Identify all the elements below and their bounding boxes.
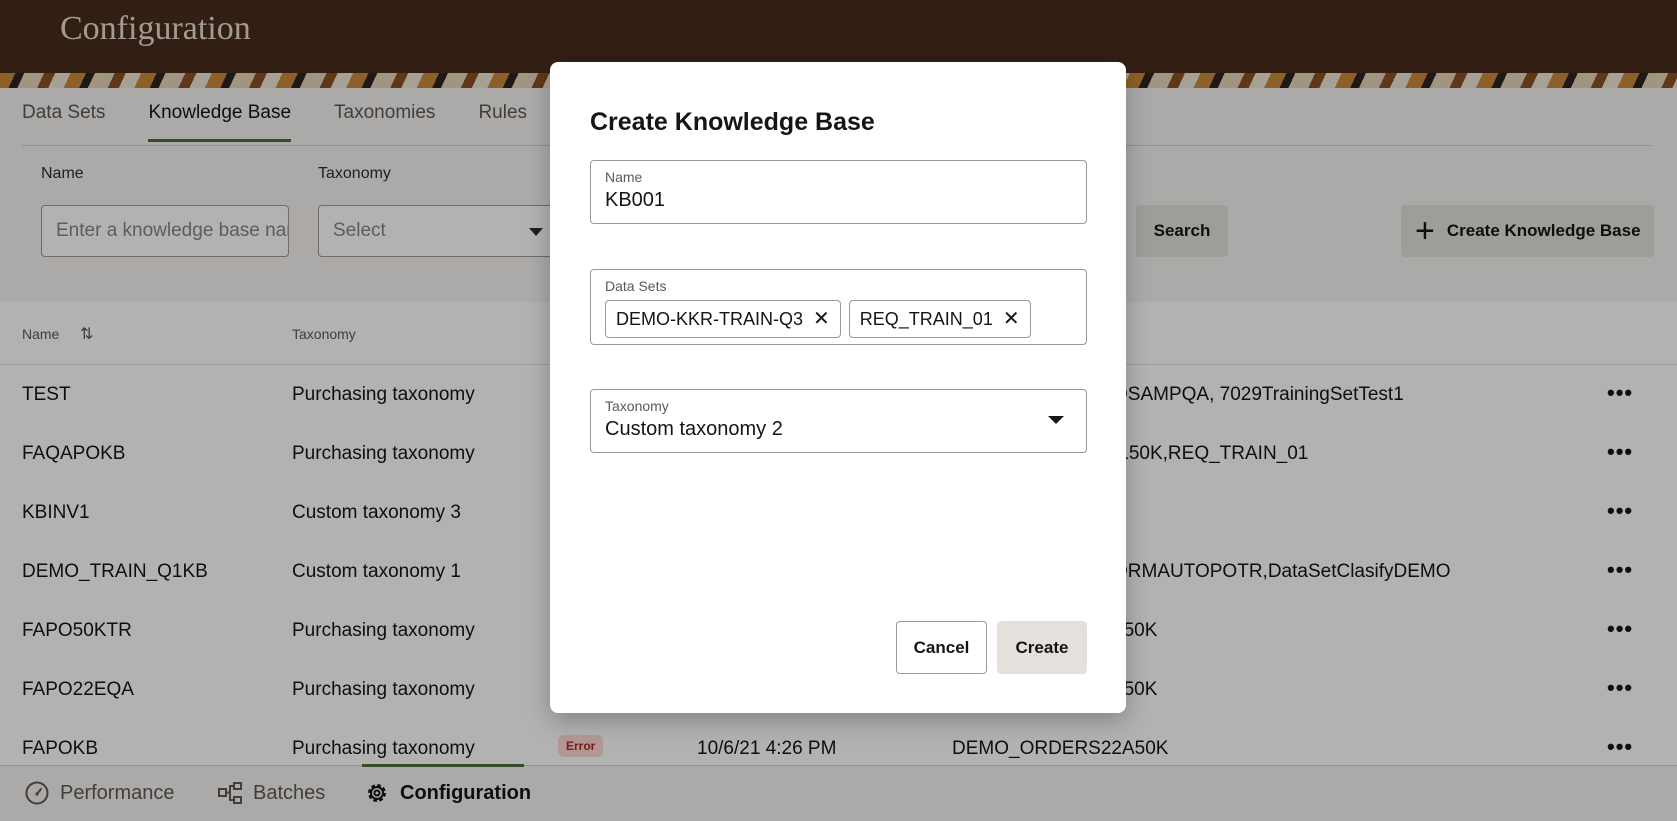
kb-name-label: Name xyxy=(605,169,643,185)
chip-label: DEMO-KKR-TRAIN-Q3 xyxy=(616,308,804,329)
taxonomy-value: Custom taxonomy 2 xyxy=(605,418,783,440)
cancel-button[interactable]: Cancel xyxy=(896,621,987,674)
remove-icon[interactable]: ✕ xyxy=(1003,309,1020,329)
chevron-down-icon[interactable] xyxy=(1048,416,1064,424)
data-sets-field[interactable]: Data Sets DEMO-KKR-TRAIN-Q3 ✕ REQ_TRAIN_… xyxy=(590,269,1087,345)
dialog-title: Create Knowledge Base xyxy=(590,108,875,136)
data-sets-label: Data Sets xyxy=(605,278,667,294)
data-set-chip: REQ_TRAIN_01 ✕ xyxy=(848,300,1031,338)
remove-icon[interactable]: ✕ xyxy=(813,309,830,329)
create-knowledge-base-dialog: Create Knowledge Base Name KB001 Data Se… xyxy=(550,62,1126,713)
kb-name-value: KB001 xyxy=(605,189,666,211)
kb-name-field[interactable]: Name KB001 xyxy=(590,160,1087,224)
chip-label: REQ_TRAIN_01 xyxy=(859,308,993,329)
create-button[interactable]: Create xyxy=(997,621,1087,674)
data-set-chip: DEMO-KKR-TRAIN-Q3 ✕ xyxy=(605,300,841,338)
data-set-chips: DEMO-KKR-TRAIN-Q3 ✕ REQ_TRAIN_01 ✕ xyxy=(605,300,1039,338)
taxonomy-select[interactable]: Taxonomy Custom taxonomy 2 xyxy=(590,389,1087,453)
taxonomy-label: Taxonomy xyxy=(605,398,669,414)
